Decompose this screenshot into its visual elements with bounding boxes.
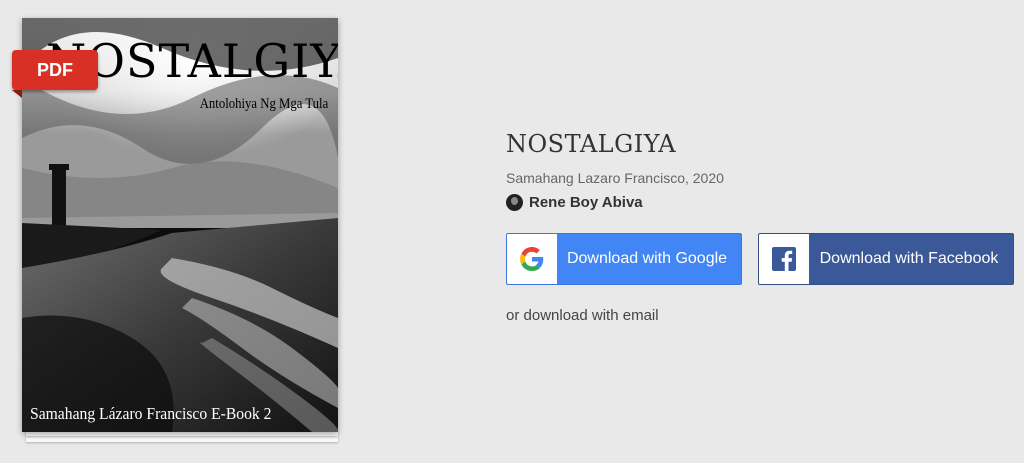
cover-footer: Samahang Lázaro Francisco E-Book 2 (30, 404, 272, 423)
author-avatar-icon (506, 194, 523, 211)
download-facebook-button[interactable]: Download with Facebook (758, 233, 1014, 285)
cover-subtitle: Antolohiya Ng Mga Tula (199, 96, 328, 112)
pdf-badge: PDF (12, 50, 98, 98)
download-buttons: Download with Google Download with Faceb… (506, 233, 1014, 285)
page-edge (26, 436, 338, 442)
download-google-label: Download with Google (566, 250, 728, 267)
download-email-link[interactable]: or download with email (506, 307, 1014, 324)
download-google-button[interactable]: Download with Google (506, 233, 742, 285)
download-facebook-label: Download with Facebook (819, 250, 999, 267)
publisher-year: Samahang Lazaro Francisco, 2020 (506, 170, 724, 186)
book-title: NOSTALGIYA (506, 130, 677, 158)
author-row[interactable]: Rene Boy Abiva (506, 194, 1014, 211)
facebook-f-icon (759, 234, 809, 284)
book-details: NOSTALGIYA Samahang Lazaro Francisco, 20… (506, 130, 1014, 324)
google-g-icon (507, 234, 557, 284)
author-name[interactable]: Rene Boy Abiva (529, 194, 643, 211)
